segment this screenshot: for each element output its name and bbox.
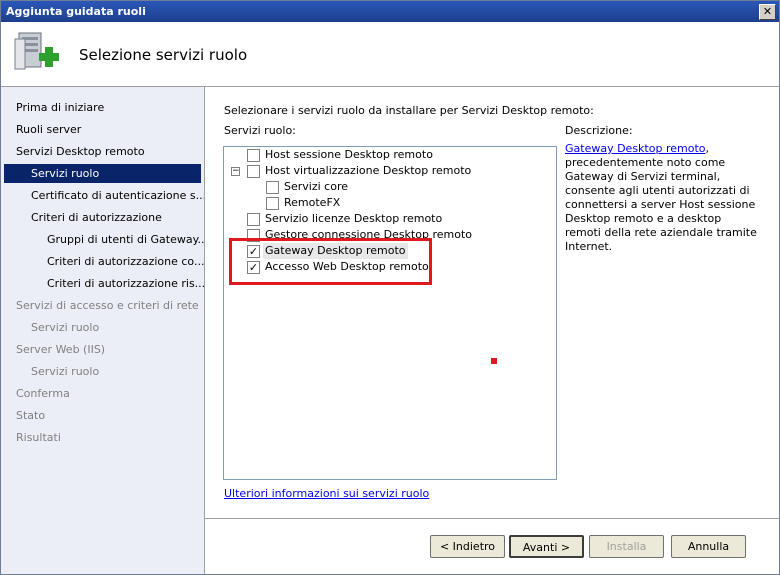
nav-item-risultati: Risultati [16,431,61,444]
nav-item-server-web: Server Web (IIS) [16,343,106,356]
nav-item-criteri-autorizzazione[interactable]: Criteri di autorizzazione [1,208,204,227]
footer-divider [205,518,779,519]
close-button[interactable]: ✕ [759,4,776,20]
nav-item-servizi-ruolo-selected[interactable]: Servizi ruolo [4,164,201,183]
nav-item-servizi-ruolo-iis: Servizi ruolo [31,365,100,378]
service-label: Host virtualizzazione Desktop remoto [265,164,472,177]
back-button[interactable]: < Indietro [430,535,505,558]
next-button[interactable]: Avanti > [509,535,584,558]
nav-item-conferma: Conferma [16,387,70,400]
page-title: Selezione servizi ruolo [79,46,248,64]
nav-item-criteri-connessione[interactable]: Criteri di autorizzazione co... [1,252,204,271]
description-text: Gateway Desktop remoto, precedentemente … [565,142,760,254]
service-label: Servizio licenze Desktop remoto [265,212,443,225]
checkbox-remotefx[interactable] [266,197,279,210]
wizard-window: Aggiunta guidata ruoli ✕ Selezione servi… [0,0,780,575]
description-body: , precedentemente noto come Gateway di S… [565,142,757,253]
role-services-tree[interactable]: Host sessione Desktop remoto − Host virt… [223,146,557,480]
nav-item-prima-di-iniziare[interactable]: Prima di iniziare [1,98,204,117]
nav-item-stato: Stato [16,409,46,422]
instruction-text: Selezionare i servizi ruolo da installar… [224,104,594,117]
nav-item-ruoli-server[interactable]: Ruoli server [1,120,204,139]
services-label: Servizi ruolo: [224,124,296,137]
collapse-icon[interactable]: − [231,167,240,176]
nav-item-gruppi-utenti[interactable]: Gruppi di utenti di Gateway... [1,230,204,249]
nav-item-servizi-ruolo-nps: Servizi ruolo [31,321,100,334]
more-info-link[interactable]: Ulteriori informazioni sui servizi ruolo [224,487,429,500]
checkbox-servizio-licenze[interactable] [247,213,260,226]
service-label: RemoteFX [284,196,341,209]
install-button: Installa [589,535,664,558]
checkbox-servizi-core[interactable] [266,181,279,194]
wizard-nav: Prima di iniziare Ruoli server Servizi D… [1,87,205,574]
annotation-highlight-box [229,238,432,285]
service-label: Host sessione Desktop remoto [265,148,433,161]
server-roles-icon [14,32,59,70]
service-label: Servizi core [284,180,348,193]
nav-item-certificato[interactable]: Certificato di autenticazione s... [1,186,204,205]
nav-item-criteri-risorse[interactable]: Criteri di autorizzazione ris... [1,274,204,293]
window-title: Aggiunta guidata ruoli [6,5,146,18]
checkbox-host-sessione[interactable] [247,149,260,162]
annotation-dot [491,358,497,364]
nav-item-servizi-accesso: Servizi di accesso e criteri di rete [16,299,199,312]
nav-item-servizi-desktop-remoto[interactable]: Servizi Desktop remoto [1,142,204,161]
description-label: Descrizione: [565,124,633,137]
cancel-button[interactable]: Annulla [671,535,746,558]
wizard-header: Selezione servizi ruolo [1,22,779,87]
checkbox-host-virtualizzazione[interactable] [247,165,260,178]
title-bar[interactable]: Aggiunta guidata ruoli ✕ [1,1,779,22]
description-link[interactable]: Gateway Desktop remoto [565,142,706,155]
wizard-content: Selezionare i servizi ruolo da installar… [205,87,779,574]
